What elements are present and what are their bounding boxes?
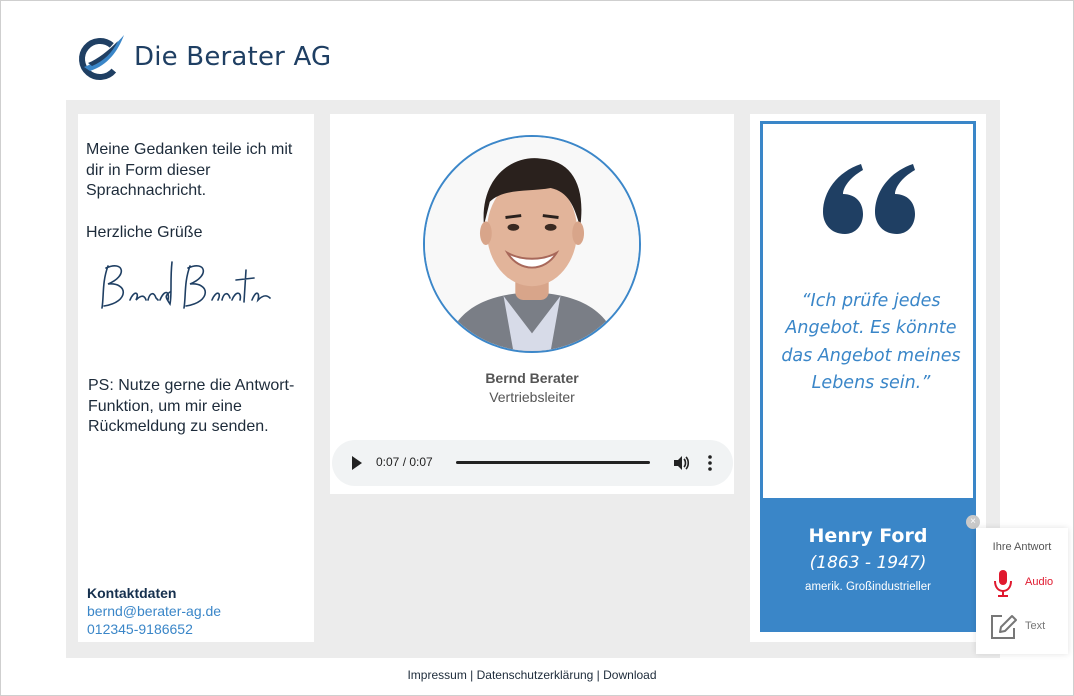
close-reply-button[interactable]: × bbox=[966, 515, 980, 529]
contact-title: Kontaktdaten bbox=[87, 585, 177, 601]
play-icon[interactable] bbox=[352, 456, 362, 470]
footer-link-datenschutz[interactable]: Datenschutzerklärung bbox=[477, 668, 594, 682]
reply-title: Ihre Antwort bbox=[992, 541, 1052, 553]
microphone-icon bbox=[994, 570, 1012, 597]
reply-widget: Ihre Antwort Audio Text bbox=[976, 528, 1068, 654]
reply-audio-button[interactable]: Audio bbox=[990, 568, 1066, 598]
quote-author-box: Henry Ford (1863 - 1947) amerik. Großind… bbox=[760, 501, 976, 632]
footer-link-impressum[interactable]: Impressum bbox=[407, 668, 466, 682]
footer-separator: | bbox=[593, 668, 604, 682]
audio-player[interactable]: 0:07 / 0:07 bbox=[332, 440, 733, 486]
portrait-image bbox=[425, 137, 639, 351]
quote-author: Henry Ford bbox=[808, 525, 928, 547]
greeting-text: Herzliche Grüße bbox=[86, 224, 203, 241]
more-vertical-icon[interactable] bbox=[704, 454, 716, 472]
footer-separator: | bbox=[466, 668, 477, 682]
avatar bbox=[423, 135, 641, 353]
quote-box: “Ich prüfe jedes Angebot. Es könnte das … bbox=[760, 121, 976, 501]
audio-time: 0:07 / 0:07 bbox=[376, 455, 433, 469]
contact-block: Kontaktdaten bernd@berater-ag.de 012345-… bbox=[87, 584, 221, 638]
volume-icon[interactable] bbox=[672, 454, 690, 472]
speaker-name: Bernd Berater bbox=[485, 370, 579, 386]
speaker-card: Bernd Berater Vertriebsleiter 0:07 / 0:0… bbox=[330, 114, 734, 494]
reply-text-button[interactable]: Text bbox=[988, 612, 1066, 642]
intro-text: Meine Gedanken teile ich mit dir in Form… bbox=[86, 141, 293, 199]
reply-audio-label: Audio bbox=[1025, 576, 1054, 588]
signature-image bbox=[101, 261, 271, 309]
quote-text: “Ich prüfe jedes Angebot. Es könnte das … bbox=[781, 291, 961, 393]
swoosh-logo-icon bbox=[79, 35, 124, 80]
quote-column: “Ich prüfe jedes Angebot. Es könnte das … bbox=[750, 114, 986, 642]
phone-link[interactable]: 012345-9186652 bbox=[87, 620, 221, 638]
email-link[interactable]: bernd@berater-ag.de bbox=[87, 602, 221, 620]
audio-progress-bar[interactable] bbox=[456, 461, 650, 464]
edit-pencil-icon bbox=[991, 615, 1017, 639]
brand-logo[interactable]: Die Berater AG bbox=[78, 32, 331, 82]
message-column: Meine Gedanken teile ich mit dir in Form… bbox=[78, 114, 314, 642]
reply-text-label: Text bbox=[1025, 620, 1046, 632]
quote-mark-icon bbox=[823, 164, 915, 234]
ps-text: PS: Nutze gerne die Antwort-Funktion, um… bbox=[88, 377, 295, 435]
brand-name: Die Berater AG bbox=[134, 42, 332, 72]
quote-years: (1863 - 1947) bbox=[809, 553, 927, 573]
footer-link-download[interactable]: Download bbox=[603, 668, 656, 682]
footer: Impressum | Datenschutzerklärung | Downl… bbox=[0, 668, 1064, 682]
quote-description: amerik. Großindustrieller bbox=[805, 581, 931, 593]
speaker-role: Vertriebsleiter bbox=[489, 389, 575, 405]
